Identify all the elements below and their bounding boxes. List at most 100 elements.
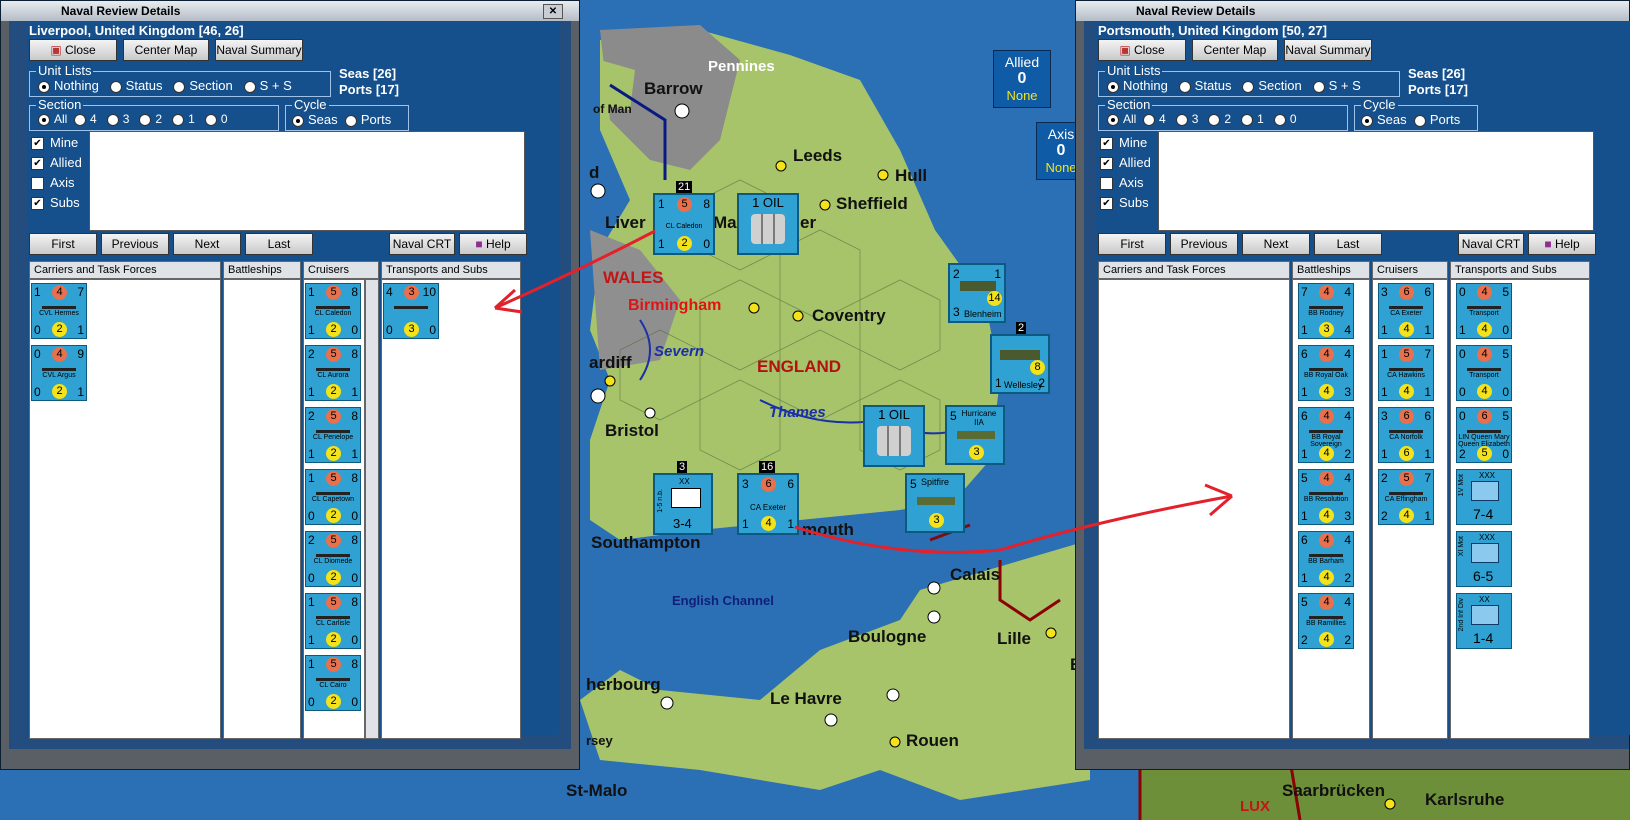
radio-seas[interactable]: Seas (292, 112, 338, 127)
filter-label: Axis (1119, 175, 1144, 190)
stat-defense: 4 (1477, 384, 1492, 399)
next-button[interactable]: Next (173, 233, 241, 255)
land-unit-counter[interactable]: 2nd Inf Div XX 1-4 (1456, 593, 1512, 649)
naval-crt-button[interactable]: Naval CRT (389, 233, 455, 255)
close-button[interactable]: ▣ Close (29, 39, 117, 61)
last-button[interactable]: Last (1314, 233, 1382, 255)
radio-0[interactable]: 0 (1273, 112, 1297, 126)
radio-0[interactable]: 0 (204, 112, 228, 126)
naval-unit-counter[interactable]: 1 5 8 CL Carlisle 1 2 0 (305, 593, 361, 649)
radio-ports[interactable]: Ports (344, 112, 391, 127)
naval-unit-counter[interactable]: 6 4 4 BB Royal Sovereign 1 4 2 (1298, 407, 1354, 463)
radio-4[interactable]: 4 (1143, 112, 1166, 126)
center-map-button[interactable]: Center Map (1192, 39, 1278, 61)
close-button[interactable]: ▣ Close (1098, 39, 1186, 61)
naval-unit-counter[interactable]: 3 6 6 CA Exeter 1 4 1 (1378, 283, 1434, 339)
naval-summary-button[interactable]: Naval Summary (215, 39, 303, 61)
naval-unit-counter[interactable]: 6 4 4 BB Royal Oak 1 4 3 (1298, 345, 1354, 401)
radio-3[interactable]: 3 (106, 112, 129, 126)
naval-unit-counter[interactable]: 0 6 5 LIN Queen Mary Queen Elizabeth 2 5 0 (1456, 407, 1512, 463)
radio-s-s[interactable]: S + S (243, 78, 292, 93)
filter-allied[interactable]: ✔ Allied (31, 155, 82, 171)
center-map-button[interactable]: Center Map (123, 39, 209, 61)
radio-section[interactable]: Section (1242, 78, 1302, 93)
naval-unit-counter[interactable]: 1 5 8 CL Capetown 0 2 0 (305, 469, 361, 525)
naval-unit-counter[interactable]: 2 5 8 CL Aurora 1 2 1 (305, 345, 361, 401)
naval-unit-counter[interactable]: 0 4 5 Transport 1 4 0 (1456, 283, 1512, 339)
radio-status[interactable]: Status (109, 78, 163, 93)
naval-unit-counter[interactable]: 1 4 7 CVL Hermes 0 2 1 (31, 283, 87, 339)
naval-review-window-left[interactable]: Naval Review Details ✕ Liverpool, United… (0, 0, 580, 770)
last-button[interactable]: Last (245, 233, 313, 255)
unit-size: XXX (1479, 471, 1496, 480)
naval-summary-button[interactable]: Naval Summary (1284, 39, 1372, 61)
radio-seas[interactable]: Seas (1361, 112, 1407, 127)
naval-unit-counter[interactable]: 2 5 8 CL Diomede 0 2 0 (305, 531, 361, 587)
naval-unit-counter[interactable]: 5 4 4 BB Ramillies 2 4 2 (1298, 593, 1354, 649)
help-button[interactable]: ■ Help (459, 233, 527, 255)
counter-spitfire[interactable]: 5 Spitfire 3 (905, 473, 965, 533)
naval-review-window-right[interactable]: Naval Review Details Portsmouth, United … (1075, 0, 1630, 770)
previous-button[interactable]: Previous (101, 233, 169, 255)
radio-4[interactable]: 4 (74, 112, 97, 126)
counter-liverpool-stack[interactable]: 21 1 5 8 CL Caledon 1 2 0 (653, 181, 715, 255)
naval-unit-counter[interactable]: 4 3 10 0 3 0 (383, 283, 439, 339)
radio-all[interactable]: All (38, 112, 67, 126)
radio-status[interactable]: Status (1178, 78, 1232, 93)
land-unit-counter[interactable]: 1V Mot XXX 7-4 (1456, 469, 1512, 525)
first-button[interactable]: First (29, 233, 97, 255)
stat-attack: 6 (1477, 409, 1492, 424)
filter-subs[interactable]: ✔ Subs (31, 195, 80, 211)
counter-wellesley[interactable]: 2 8 1 Wellesley 2 (990, 322, 1050, 394)
counter-hurricane[interactable]: 5 Hurricane IIA 3 (945, 405, 1005, 465)
land-unit-counter[interactable]: XI Mot XXX 6-5 (1456, 531, 1512, 587)
radio-ports[interactable]: Ports (1413, 112, 1460, 127)
naval-unit-counter[interactable]: 1 5 7 CA Hawkins 1 4 1 (1378, 345, 1434, 401)
filter-axis[interactable]: Axis (1100, 175, 1144, 191)
radio-3[interactable]: 3 (1175, 112, 1198, 126)
radio-all[interactable]: All (1107, 112, 1136, 126)
naval-unit-counter[interactable]: 2 5 7 CA Effingham 2 4 1 (1378, 469, 1434, 525)
radio-nothing[interactable]: Nothing (1107, 78, 1168, 93)
radio-s-s[interactable]: S + S (1312, 78, 1361, 93)
radio-2[interactable]: 2 (139, 112, 162, 126)
close-window-icon[interactable]: ✕ (543, 4, 563, 19)
filter-allied[interactable]: ✔ Allied (1100, 155, 1151, 171)
naval-unit-counter[interactable]: 7 4 4 BB Rodney 1 3 4 (1298, 283, 1354, 339)
filter-axis[interactable]: Axis (31, 175, 75, 191)
radio-2[interactable]: 2 (1208, 112, 1231, 126)
counter-london-oil[interactable]: 1 OIL (863, 405, 925, 467)
naval-crt-button[interactable]: Naval CRT (1458, 233, 1524, 255)
naval-unit-counter[interactable]: 2 5 8 CL Penelope 1 2 1 (305, 407, 361, 463)
radio-1[interactable]: 1 (1241, 112, 1264, 126)
counter-exeter[interactable]: 16 3 6 6 CA Exeter 1 4 1 (737, 461, 799, 535)
previous-button[interactable]: Previous (1170, 233, 1238, 255)
counter-blenheim[interactable]: 2 1 14 3 Blenheim (948, 263, 1006, 323)
stat: 5 (677, 197, 692, 212)
window-titlebar[interactable]: Naval Review Details ✕ (1, 1, 579, 21)
naval-unit-counter[interactable]: 6 4 4 BB Barham 1 4 2 (1298, 531, 1354, 587)
radio-nothing[interactable]: Nothing (38, 78, 99, 93)
counter-manchester-oil[interactable]: 1 OIL (737, 193, 799, 255)
allied-count-box[interactable]: Allied 0 None (993, 50, 1051, 108)
stat-tr: 5 (1502, 409, 1509, 423)
radio-section[interactable]: Section (173, 78, 233, 93)
filter-subs[interactable]: ✔ Subs (1100, 195, 1149, 211)
counter-hq[interactable]: 3 1-5 n.b. XX 3-4 (653, 461, 713, 535)
help-button[interactable]: ■ Help (1528, 233, 1596, 255)
window-titlebar[interactable]: Naval Review Details (1076, 1, 1629, 21)
naval-unit-counter[interactable]: 1 5 8 CL Caledon 1 2 0 (305, 283, 361, 339)
first-button[interactable]: First (1098, 233, 1166, 255)
stat: 3 (969, 445, 984, 460)
radio-1[interactable]: 1 (172, 112, 195, 126)
filter-mine[interactable]: ✔ Mine (1100, 135, 1147, 151)
naval-unit-counter[interactable]: 0 4 9 CVL Argus 0 2 1 (31, 345, 87, 401)
cruisers-scrollbar[interactable] (365, 279, 379, 739)
group-legend: Unit Lists (36, 63, 94, 78)
naval-unit-counter[interactable]: 1 5 8 CL Cairo 0 2 0 (305, 655, 361, 711)
filter-mine[interactable]: ✔ Mine (31, 135, 78, 151)
next-button[interactable]: Next (1242, 233, 1310, 255)
naval-unit-counter[interactable]: 5 4 4 BB Resolution 1 4 3 (1298, 469, 1354, 525)
naval-unit-counter[interactable]: 3 6 6 CA Norfolk 1 6 1 (1378, 407, 1434, 463)
naval-unit-counter[interactable]: 0 4 5 Transport 0 4 0 (1456, 345, 1512, 401)
